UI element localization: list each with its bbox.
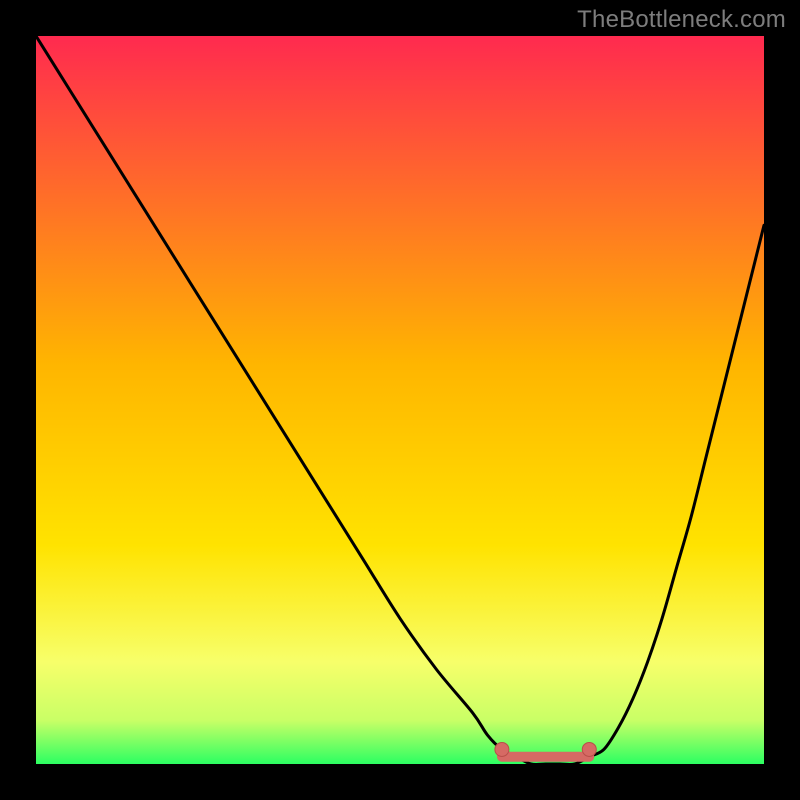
gradient-background [36, 36, 764, 764]
range-marker [495, 742, 509, 756]
chart-frame: TheBottleneck.com [0, 0, 800, 800]
range-marker [582, 742, 596, 756]
bottleneck-curve-chart [36, 36, 764, 764]
watermark-text: TheBottleneck.com [577, 6, 786, 34]
plot-area [36, 36, 764, 764]
